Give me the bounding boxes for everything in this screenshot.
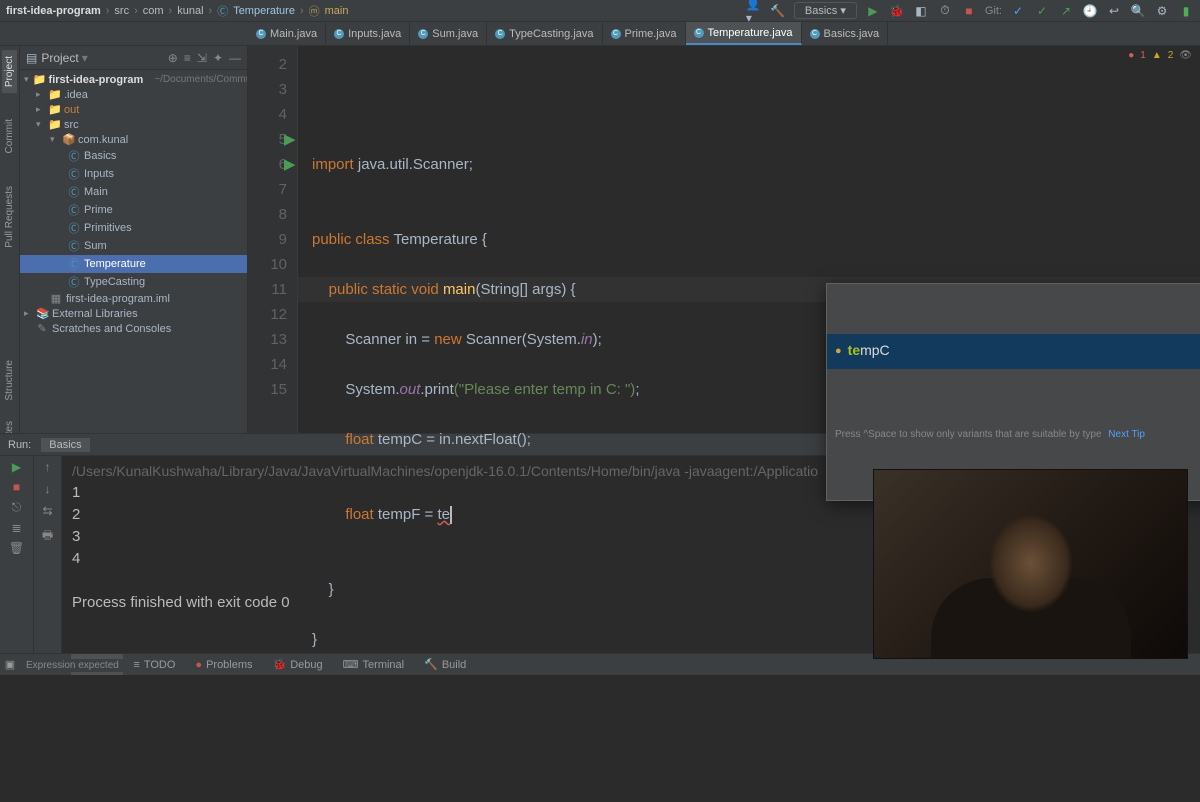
settings-icon[interactable]: ⚙ xyxy=(1154,3,1170,19)
tab-prime[interactable]: CPrime.java xyxy=(603,22,686,45)
user-icon[interactable]: 👤▾ xyxy=(746,3,762,19)
tab-temperature[interactable]: CTemperature.java xyxy=(686,22,802,45)
project-panel: ▤Project▾ ⊕ ≡ ⇲ ✦ — ▾📁first-idea-program… xyxy=(20,46,248,433)
build-icon[interactable]: 🔨 xyxy=(770,3,786,19)
tool-structure[interactable]: Structure xyxy=(4,360,15,401)
run-toolbar-primary: ▶ ■ ⎋ ≣ 🗑 xyxy=(0,456,34,653)
run-config-selector[interactable]: Basics ▾ xyxy=(794,2,857,19)
ide-icon[interactable]: ▮ xyxy=(1178,3,1194,19)
rerun-icon[interactable]: ▶ xyxy=(12,460,21,474)
tool-commit[interactable]: Commit xyxy=(2,113,17,159)
tree-root[interactable]: ▾📁first-idea-program ~/Documents/Communi xyxy=(20,72,247,87)
tree-file-basics[interactable]: ⒸBasics xyxy=(20,147,247,165)
coverage-icon[interactable]: ◧ xyxy=(913,3,929,19)
next-tip-link[interactable]: Next Tip xyxy=(1108,422,1145,447)
tab-sum[interactable]: CSum.java xyxy=(410,22,487,45)
tab-typecasting[interactable]: CTypeCasting.java xyxy=(487,22,602,45)
tab-basics[interactable]: CBasics.java xyxy=(802,22,889,45)
autocomplete-item[interactable]: ● tempC float xyxy=(827,334,1200,369)
exit-icon[interactable]: ⎋ xyxy=(12,500,22,515)
git-label: Git: xyxy=(985,5,1002,17)
tool-project[interactable]: Project xyxy=(2,50,17,93)
editor-tabs: CMain.java CInputs.java CSum.java CTypeC… xyxy=(0,22,1200,46)
tree-file-prime[interactable]: ⒸPrime xyxy=(20,201,247,219)
run-toolbar-secondary: ↑ ↓ ⇆ 🖶 xyxy=(34,456,62,653)
tree-dir-out[interactable]: ▸📁out xyxy=(20,102,247,117)
tree-file-main[interactable]: ⒸMain xyxy=(20,183,247,201)
editor-gutter[interactable]: 2 3 4 5▶ 6▶ 7 8 9 10 11 12 13 14 15 xyxy=(248,46,298,433)
code-area[interactable]: import java.util.Scanner; public class T… xyxy=(298,46,1200,433)
tool-pull-requests[interactable]: Pull Requests xyxy=(2,180,17,254)
wrap-icon[interactable]: ⇆ xyxy=(42,504,52,518)
tree-external-libs[interactable]: ▸📚External Libraries xyxy=(20,306,247,321)
run-gutter-icon[interactable]: ▶ xyxy=(284,152,296,177)
tree-dir-idea[interactable]: ▸📁.idea xyxy=(20,87,247,102)
history-icon[interactable]: 🕘 xyxy=(1082,3,1098,19)
navigation-bar: first-idea-program ›src ›com ›kunal ›ⒸTe… xyxy=(0,0,1200,22)
stop-icon[interactable]: ■ xyxy=(961,3,977,19)
tree-file-sum[interactable]: ⒸSum xyxy=(20,237,247,255)
project-tree[interactable]: ▾📁first-idea-program ~/Documents/Communi… xyxy=(20,70,247,433)
down-icon[interactable]: ↓ xyxy=(45,482,51,496)
text-caret xyxy=(450,506,452,524)
webcam-overlay xyxy=(873,469,1188,659)
git-commit-icon[interactable]: ✓ xyxy=(1034,3,1050,19)
code-editor[interactable]: ●1 ▲2 👁 2 3 4 5▶ 6▶ 7 8 9 10 11 12 13 14… xyxy=(248,46,1200,433)
git-pull-icon[interactable]: ✓ xyxy=(1010,3,1026,19)
tree-file-temperature[interactable]: ⒸTemperature xyxy=(20,255,247,273)
debug-icon[interactable]: 🐞 xyxy=(889,3,905,19)
tree-iml[interactable]: ▦first-idea-program.iml xyxy=(20,291,247,306)
profile-icon[interactable]: ⏱ xyxy=(937,3,953,19)
run-gutter-icon[interactable]: ▶ xyxy=(284,127,296,152)
run-panel-label: Run: xyxy=(8,439,31,451)
suggestion-icon: ● xyxy=(835,339,842,364)
tree-package[interactable]: ▾📦com.kunal xyxy=(20,132,247,147)
collapse-icon[interactable]: ⇲ xyxy=(197,51,207,65)
tree-file-primitives[interactable]: ⒸPrimitives xyxy=(20,219,247,237)
tab-main[interactable]: CMain.java xyxy=(248,22,326,45)
project-title[interactable]: Project xyxy=(41,51,78,65)
search-icon[interactable]: 🔍 xyxy=(1130,3,1146,19)
autocomplete-footer: Press ^Space to show only variants that … xyxy=(827,419,1200,450)
tree-scratches[interactable]: ✎Scratches and Consoles xyxy=(20,321,247,336)
stop-icon[interactable]: ■ xyxy=(13,480,20,494)
hide-icon[interactable]: — xyxy=(229,51,241,65)
up-icon[interactable]: ↑ xyxy=(45,460,51,474)
tree-dir-src[interactable]: ▾📁src xyxy=(20,117,247,132)
status-message: Expression expected xyxy=(22,659,123,672)
btab-todo[interactable]: ≡TODO xyxy=(123,654,185,675)
tab-inputs[interactable]: CInputs.java xyxy=(326,22,410,45)
layout-icon[interactable]: ≣ xyxy=(11,521,21,535)
print-icon[interactable]: 🖶 xyxy=(42,526,53,547)
btab-problems[interactable]: ●Problems xyxy=(185,654,262,675)
git-push-icon[interactable]: ↗ xyxy=(1058,3,1074,19)
settings-icon[interactable]: ✦ xyxy=(213,51,223,65)
tree-file-inputs[interactable]: ⒸInputs xyxy=(20,165,247,183)
tool-window-icon[interactable]: ▣ xyxy=(0,654,20,675)
pin-icon[interactable]: 🗑 xyxy=(9,541,24,555)
revert-icon[interactable]: ↩ xyxy=(1106,3,1122,19)
toolbar-right: 👤▾ 🔨 Basics ▾ ▶ 🐞 ◧ ⏱ ■ Git: ✓ ✓ ↗ 🕘 ↩ 🔍… xyxy=(746,2,1194,19)
run-icon[interactable]: ▶ xyxy=(865,3,881,19)
run-panel-config[interactable]: Basics xyxy=(41,438,89,452)
breadcrumb-project[interactable]: first-idea-program xyxy=(6,5,101,17)
expand-all-icon[interactable]: ≡ xyxy=(184,51,191,65)
breadcrumb[interactable]: first-idea-program ›src ›com ›kunal ›ⒸTe… xyxy=(6,3,348,19)
select-opened-icon[interactable]: ⊕ xyxy=(168,51,178,65)
tree-file-typecasting[interactable]: ⒸTypeCasting xyxy=(20,273,247,291)
